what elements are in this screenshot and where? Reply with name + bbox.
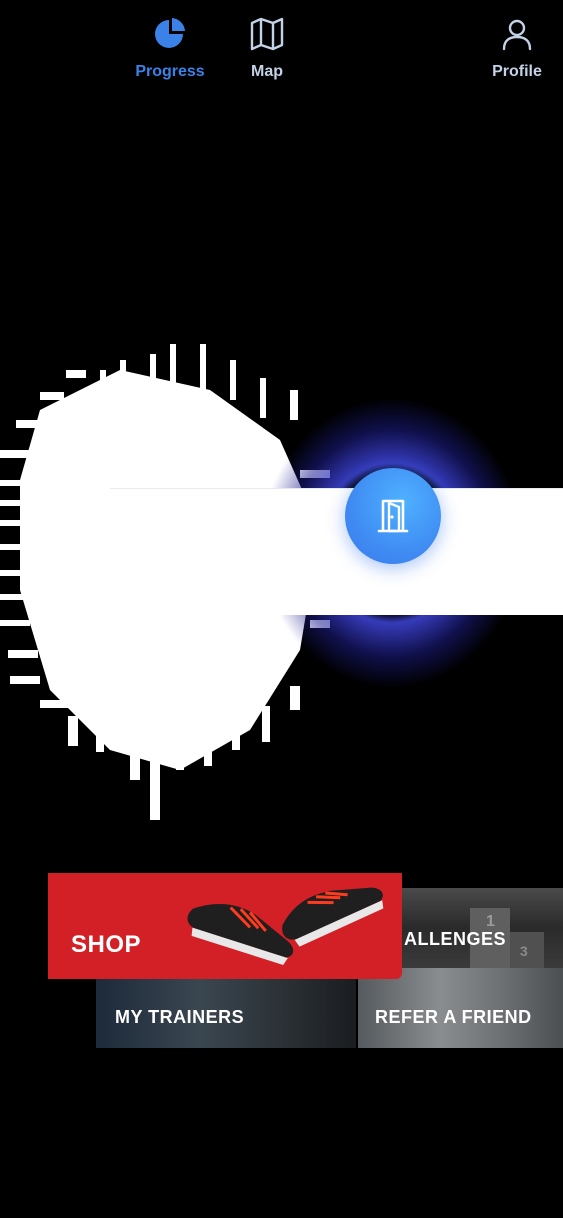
shop-label: SHOP: [71, 931, 142, 958]
map-icon: [250, 17, 284, 51]
shop-tile[interactable]: SHOP: [48, 873, 402, 979]
tab-profile-label: Profile: [492, 63, 542, 80]
tab-progress[interactable]: Progress: [120, 0, 220, 126]
door-icon: [377, 499, 409, 533]
my-trainers-label: MY TRAINERS: [115, 1007, 245, 1027]
bottom-tab-bar: [110, 488, 563, 615]
sneakers-graphic: [187, 887, 384, 965]
tab-map[interactable]: Map: [217, 0, 317, 126]
svg-text:3: 3: [520, 943, 528, 959]
my-trainers-tile[interactable]: MY TRAINERS: [96, 977, 356, 1048]
challenges-label: ALLENGES: [404, 929, 507, 949]
center-action-button[interactable]: [345, 468, 441, 564]
refer-a-friend-tile[interactable]: REFER A FRIEND: [358, 968, 563, 1048]
svg-text:1: 1: [486, 913, 495, 930]
tab-profile[interactable]: Profile: [467, 0, 563, 126]
pie-chart-icon: [155, 18, 185, 48]
tab-map-label: Map: [251, 63, 283, 80]
refer-a-friend-label: REFER A FRIEND: [375, 1007, 532, 1027]
user-icon: [502, 19, 532, 51]
tab-progress-label: Progress: [135, 63, 205, 80]
